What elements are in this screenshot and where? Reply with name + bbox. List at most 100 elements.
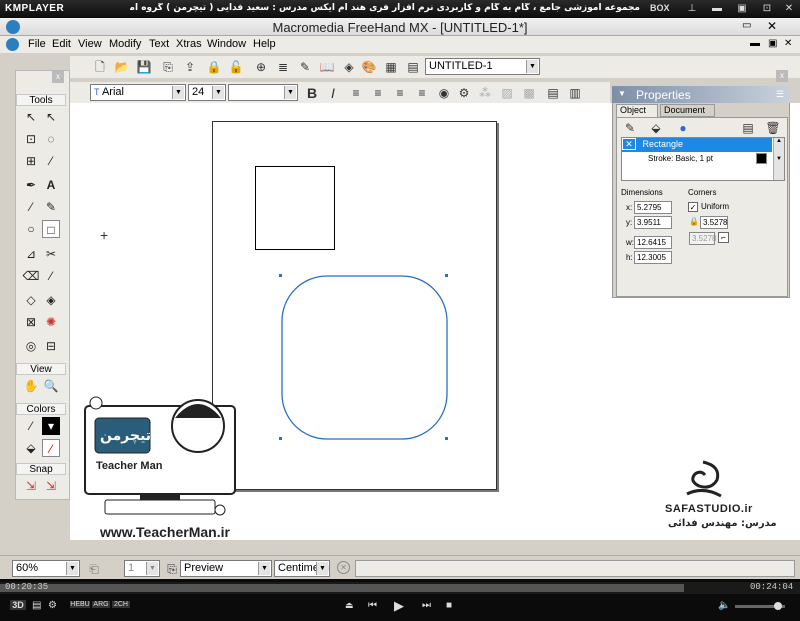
document-icon[interactable]: [6, 38, 19, 51]
rectangle-shape[interactable]: [255, 166, 335, 250]
player-box-label[interactable]: BOX: [650, 3, 670, 13]
flow-inside-icon[interactable]: ▨: [499, 85, 515, 101]
blend-tool-icon[interactable]: ◎: [22, 337, 40, 355]
stop-icon[interactable]: ■: [446, 600, 452, 611]
brush-tool-icon[interactable]: ⁄: [42, 267, 60, 285]
chevron-down-icon[interactable]: ▼: [258, 562, 270, 575]
color-mixer-icon[interactable]: 🎨: [361, 59, 377, 75]
skew-tool-icon[interactable]: ◇: [22, 291, 40, 309]
cancel-render-icon[interactable]: ✕: [337, 561, 350, 574]
eject-icon[interactable]: ⏏: [345, 600, 354, 611]
lasso-tool-icon[interactable]: ◌: [42, 130, 60, 148]
subselect-tool-icon[interactable]: ↖: [42, 108, 60, 126]
font-family-select[interactable]: T Arial ▼: [90, 84, 186, 101]
hand-tool-icon[interactable]: ✋: [22, 377, 40, 395]
next-icon[interactable]: ⏭: [422, 600, 431, 611]
knife-tool-icon[interactable]: ✂: [42, 245, 60, 263]
align-icon[interactable]: ⊕: [253, 59, 269, 75]
corner-link-icon[interactable]: ⌐: [718, 232, 729, 243]
swatches-icon[interactable]: ◈: [341, 59, 357, 75]
playlist-icon[interactable]: ▤: [32, 600, 41, 611]
align-center-icon[interactable]: ≡: [370, 85, 386, 101]
chevron-down-icon[interactable]: ▼: [146, 562, 158, 575]
save-icon[interactable]: 💾: [136, 59, 152, 75]
player-logo[interactable]: KMPLAYER: [5, 3, 64, 14]
previous-icon[interactable]: ⏮: [368, 600, 377, 611]
library-icon[interactable]: 📖: [319, 59, 335, 75]
open-icon[interactable]: 📂: [114, 59, 130, 75]
previous-page-icon[interactable]: ⎗: [86, 561, 102, 577]
menu-file[interactable]: File: [28, 38, 46, 50]
export-icon[interactable]: ⇪: [182, 59, 198, 75]
w-field[interactable]: 12.6415: [634, 236, 672, 249]
tab-object[interactable]: Object: [616, 104, 658, 117]
delete-item-icon[interactable]: 🗑: [765, 120, 781, 136]
fill-none-swatch[interactable]: ⁄: [42, 439, 60, 457]
view-mode-select[interactable]: Preview ▼: [180, 560, 272, 577]
stroke-color-icon[interactable]: ⁄: [22, 417, 40, 435]
fill-color-icon[interactable]: ⬙: [22, 439, 40, 457]
styles-icon[interactable]: ✎: [297, 59, 313, 75]
app-close-icon[interactable]: ✕: [767, 19, 777, 33]
tools-close-icon[interactable]: x: [52, 71, 64, 83]
connector-tool-icon[interactable]: ⊟: [42, 337, 60, 355]
chevron-down-icon[interactable]: ▼: [316, 562, 328, 575]
h-field[interactable]: 12.3005: [634, 251, 672, 264]
scale-tool-icon[interactable]: ⊞: [22, 152, 40, 170]
pencil-tool-icon[interactable]: ✎: [42, 198, 60, 216]
ellipse-tool-icon[interactable]: ○: [22, 220, 40, 238]
bold-icon[interactable]: B: [304, 85, 320, 101]
volume-handle[interactable]: [774, 602, 782, 610]
layers-icon[interactable]: ≣: [275, 59, 291, 75]
lock-icon[interactable]: 🔒: [206, 59, 222, 75]
next-page-icon[interactable]: ⎘: [164, 561, 180, 577]
zoom-select[interactable]: 60% ▼: [12, 560, 80, 577]
import-icon[interactable]: ⎘: [160, 59, 176, 75]
line-tool-icon[interactable]: ⁄: [22, 198, 40, 216]
unlock-icon[interactable]: 🔓: [228, 59, 244, 75]
zoom-tool-icon[interactable]: 🔍: [42, 377, 60, 395]
chevron-down-icon[interactable]: ▼: [212, 86, 224, 99]
corner-radius-field[interactable]: 3.5278: [700, 216, 728, 229]
navigation-icon[interactable]: ▤: [405, 59, 421, 75]
chevron-down-icon[interactable]: ▼: [172, 86, 184, 99]
play-icon[interactable]: ▶: [394, 598, 404, 614]
player-minimize-icon[interactable]: ▬: [710, 2, 724, 15]
duplicate-item-icon[interactable]: ▤: [740, 120, 756, 136]
text-wrap-icon[interactable]: ⁂: [477, 85, 493, 101]
uniform-checkbox[interactable]: ✓: [688, 202, 698, 212]
panel-options-icon[interactable]: ☰: [776, 89, 784, 100]
justify-icon[interactable]: ≡: [414, 85, 430, 101]
chevron-down-icon[interactable]: ▼: [284, 86, 296, 99]
text-on-path-icon[interactable]: ◉: [436, 85, 452, 101]
pointer-tool-icon[interactable]: ↖: [22, 108, 40, 126]
volume-icon[interactable]: 🔈: [718, 600, 730, 611]
freeform-tool-icon[interactable]: ⊿: [22, 245, 40, 263]
font-size-select[interactable]: 24 ▼: [188, 84, 226, 101]
player-fullscreen-icon[interactable]: ⊡: [760, 2, 774, 15]
list-scrollbar[interactable]: ▲ ▼: [773, 138, 784, 180]
add-fill-icon[interactable]: ⬙: [648, 120, 664, 136]
text-editor-icon[interactable]: ▤: [545, 85, 561, 101]
pin-icon[interactable]: ⊥: [685, 2, 699, 15]
list-item-rectangle[interactable]: ✕ Rectangle: [622, 138, 772, 152]
menu-xtras[interactable]: Xtras: [176, 38, 202, 50]
snap-to-point-icon[interactable]: ⇲: [22, 477, 40, 495]
menu-help[interactable]: Help: [253, 38, 276, 50]
list-item-stroke[interactable]: Stroke: Basic, 1 pt: [648, 154, 713, 163]
snap-to-guide-icon[interactable]: ⇲: [42, 477, 60, 495]
2ch-button[interactable]: 2CH: [112, 601, 130, 608]
link-text-icon[interactable]: ⚙: [456, 85, 472, 101]
arg-button[interactable]: ARG: [92, 601, 110, 608]
doc-restore-icon[interactable]: ▣: [768, 38, 777, 49]
menu-text[interactable]: Text: [149, 38, 169, 50]
menu-modify[interactable]: Modify: [109, 38, 141, 50]
tab-document[interactable]: Document: [660, 104, 715, 117]
rectangle-tool-icon[interactable]: □: [42, 220, 60, 238]
corner-radius-field-2[interactable]: 3.5278: [689, 232, 716, 245]
text-style-select[interactable]: ▼: [228, 84, 298, 101]
units-select[interactable]: Centimeters ▼: [274, 560, 330, 577]
rounded-rectangle-shape[interactable]: [275, 270, 455, 445]
menu-window[interactable]: Window: [207, 38, 246, 50]
convert-to-paths-icon[interactable]: ▩: [521, 85, 537, 101]
